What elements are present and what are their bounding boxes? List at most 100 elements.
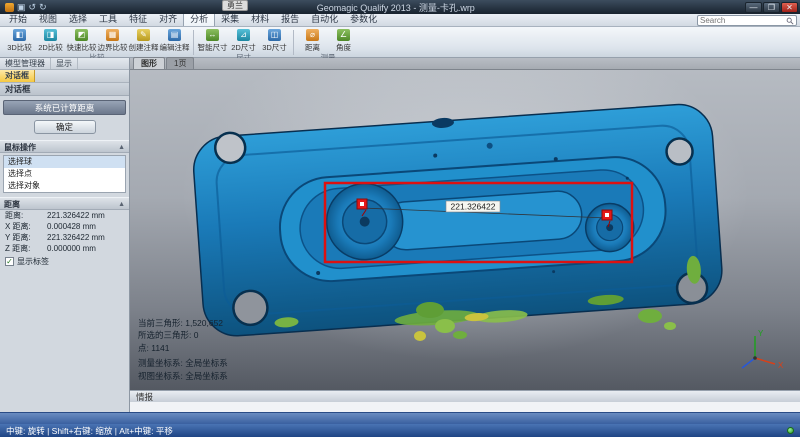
button-angle[interactable]: ∠ 角度 (328, 28, 359, 53)
boundary-compare-icon: ▦ (106, 29, 119, 41)
distance-z-label: Z 距离: (5, 243, 47, 254)
tab-automation[interactable]: 自动化 (305, 12, 344, 26)
tab-tools[interactable]: 工具 (93, 12, 123, 26)
dimension-3d-icon: ◫ (268, 29, 281, 41)
tab-dialog[interactable]: 对话框 (0, 70, 35, 82)
viewport-tab-graphics[interactable]: 图形 (133, 57, 165, 69)
redo-icon[interactable]: ↻ (39, 2, 47, 13)
undo-icon[interactable]: ↺ (29, 2, 37, 13)
button-distance[interactable]: ⌀ 距离 (297, 28, 328, 53)
maximize-button[interactable]: ❐ (763, 2, 780, 13)
distance-x-value: 0.000428 mm (47, 221, 124, 232)
button-label: 距离 (305, 42, 320, 53)
distance-value: 221.326422 mm (47, 210, 124, 221)
app-icon (5, 3, 14, 12)
button-boundary-compare[interactable]: ▦ 边界比较 (97, 28, 128, 53)
tab-view[interactable]: 视图 (33, 12, 63, 26)
axis-x-label: X (778, 361, 784, 370)
info-panel-header[interactable]: 情报 (130, 390, 800, 402)
measure-coord-system: 测量坐标系: 全局坐标系 (138, 357, 228, 369)
distance-y-row: Y 距离: 221.326422 mm (0, 232, 129, 243)
search-box[interactable] (697, 15, 797, 26)
section-title: 鼠标操作 (4, 141, 36, 152)
button-3d-compare[interactable]: ◧ 3D比较 (4, 28, 35, 53)
measurement-value: 221.326422 (451, 202, 496, 212)
show-label-checkbox[interactable]: ✓ (5, 257, 14, 266)
axis-y-label: Y (758, 329, 764, 338)
tab-feature[interactable]: 特征 (123, 12, 153, 26)
collapse-icon[interactable]: ▲ (118, 198, 125, 209)
ok-button[interactable]: 确定 (34, 120, 96, 134)
collapse-icon[interactable]: ▲ (118, 141, 125, 152)
create-annotation-icon: ✎ (137, 29, 150, 41)
corner-hole (214, 132, 246, 164)
button-create-annotation[interactable]: ✎ 创建注释 (128, 28, 159, 53)
distance-y-label: Y 距离: (5, 232, 47, 243)
view-coord-system: 视图坐标系: 全局坐标系 (138, 370, 228, 382)
mouse-operations-header[interactable]: 鼠标操作 ▲ (0, 140, 129, 153)
tab-select[interactable]: 选择 (63, 12, 93, 26)
button-smart-dimension[interactable]: ↔ 智能尺寸 (197, 28, 228, 53)
mouse-operations-list: 选择球 选择点 选择对象 (3, 155, 126, 193)
list-item-select-sphere[interactable]: 选择球 (4, 156, 125, 168)
ribbon: ◧ 3D比较 ◨ 2D比较 ◩ 快速比较 ▦ 边界比较 ✎ 创建注释 ▤ 编辑注… (0, 27, 800, 58)
distance-z-row: Z 距离: 0.000000 mm (0, 243, 129, 254)
compare-2d-icon: ◨ (44, 29, 57, 41)
measurement-label: 221.326422 (446, 201, 500, 212)
quick-compare-icon: ◩ (75, 29, 88, 41)
distance-icon: ⌀ (306, 29, 319, 41)
dialog-status-header: 系统已计算距离 (3, 100, 126, 115)
tab-capture[interactable]: 采集 (215, 12, 245, 26)
window-title: Geomagic Qualify 2013 - 测量-卡孔.wrp (47, 1, 745, 14)
button-edit-annotation[interactable]: ▤ 编辑注释 (159, 28, 190, 53)
button-2d-dimension[interactable]: ⊿ 2D尺寸 (228, 28, 259, 53)
distance-x-row: X 距离: 0.000428 mm (0, 221, 129, 232)
viewport-tab-page1[interactable]: 1页 (166, 57, 194, 69)
viewport-tab-bar: 图形 1页 (130, 58, 800, 70)
tab-material[interactable]: 材料 (245, 12, 275, 26)
tab-report[interactable]: 报告 (275, 12, 305, 26)
button-label: 快速比较 (67, 42, 97, 53)
smart-dimension-icon: ↔ (206, 29, 219, 41)
status-indicator-icon (787, 427, 794, 434)
button-3d-dimension[interactable]: ◫ 3D尺寸 (259, 28, 290, 53)
button-label: 3D比较 (7, 42, 32, 53)
stat-points: 点: 1141 (138, 342, 223, 354)
button-2d-compare[interactable]: ◨ 2D比较 (35, 28, 66, 53)
button-quick-compare[interactable]: ◩ 快速比较 (66, 28, 97, 53)
left-panel: 模型管理器 显示 对话框 对话框 系统已计算距离 确定 鼠标操作 ▲ 选择球 选… (0, 58, 130, 412)
floating-tooltip: 勇兰 (222, 0, 248, 11)
list-item-select-point[interactable]: 选择点 (4, 168, 125, 180)
tab-align[interactable]: 对齐 (153, 12, 183, 26)
button-label: 边界比较 (98, 42, 128, 53)
close-button[interactable]: ✕ (781, 2, 798, 13)
list-item-select-object[interactable]: 选择对象 (4, 180, 125, 192)
orientation-triad: Y X (742, 329, 784, 370)
button-label: 角度 (336, 42, 351, 53)
button-label: 编辑注释 (160, 42, 190, 53)
lower-toolbar (0, 412, 800, 424)
tab-display[interactable]: 显示 (51, 58, 78, 69)
scanned-part[interactable] (191, 99, 724, 343)
tab-parametric[interactable]: 参数化 (344, 12, 383, 26)
save-icon[interactable]: ▣ (17, 2, 26, 13)
ribbon-group-compare: ◧ 3D比较 ◨ 2D比较 ◩ 快速比较 ▦ 边界比较 ✎ 创建注释 ▤ 编辑注… (2, 28, 192, 57)
3d-viewport[interactable]: 221.326422 Y X (130, 70, 800, 390)
edit-annotation-icon: ▤ (168, 29, 181, 41)
angle-icon: ∠ (337, 29, 350, 41)
search-input[interactable] (700, 16, 786, 25)
distance-section-header[interactable]: 距离 ▲ (0, 197, 129, 210)
section-title: 距离 (4, 198, 20, 209)
tab-start[interactable]: 开始 (3, 12, 33, 26)
button-label: 2D尺寸 (231, 42, 256, 53)
search-icon (786, 17, 794, 25)
3d-canvas[interactable]: 221.326422 Y X (130, 70, 800, 390)
stat-current-triangles: 当前三角形: 1,520,652 (138, 317, 223, 329)
button-label: 3D尺寸 (262, 42, 287, 53)
minimize-button[interactable]: — (745, 2, 762, 13)
show-label-text: 显示标签 (17, 256, 49, 267)
stat-selected-triangles: 所选的三角形: 0 (138, 329, 223, 341)
button-label: 智能尺寸 (198, 42, 228, 53)
tab-model-manager[interactable]: 模型管理器 (0, 58, 51, 69)
distance-y-value: 221.326422 mm (47, 232, 124, 243)
